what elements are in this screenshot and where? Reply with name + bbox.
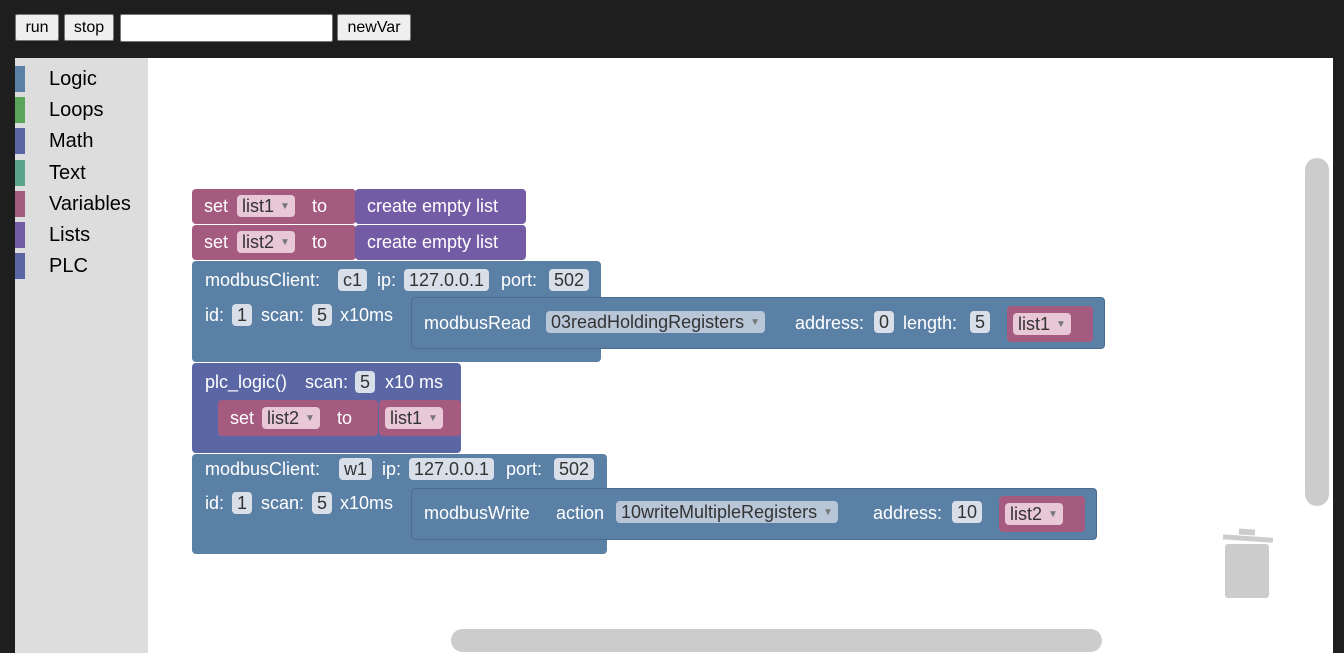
variable-dropdown[interactable]: list2 ▼ bbox=[237, 231, 295, 253]
modbus-write-block[interactable]: modbusWrite action 10writeMultipleRegist… bbox=[411, 488, 1097, 540]
length-field[interactable]: 5 bbox=[970, 311, 991, 333]
category-color-swatch bbox=[15, 253, 25, 279]
length-label: length: bbox=[903, 313, 958, 333]
category-math[interactable]: Math bbox=[15, 128, 148, 154]
category-text[interactable]: Text bbox=[15, 160, 148, 186]
ip-field[interactable]: 127.0.0.1 bbox=[409, 458, 495, 480]
variable-dropdown[interactable]: list2 ▼ bbox=[1005, 503, 1063, 525]
modbus-client-label: modbusClient: bbox=[205, 459, 321, 479]
id-label: id: bbox=[205, 493, 225, 513]
port-label: port: bbox=[501, 270, 538, 290]
modbus-write-label: modbusWrite bbox=[424, 503, 530, 523]
scan-field[interactable]: 5 bbox=[312, 304, 333, 326]
modbus-read-label: modbusRead bbox=[424, 313, 532, 333]
scan-unit-label: x10ms bbox=[340, 305, 394, 325]
address-label: address: bbox=[873, 503, 943, 523]
category-logic[interactable]: Logic bbox=[15, 66, 148, 92]
create-empty-list-block[interactable]: create empty list bbox=[355, 225, 526, 260]
write-function-dropdown[interactable]: 10writeMultipleRegisters ▼ bbox=[616, 501, 838, 523]
read-function-dropdown[interactable]: 03readHoldingRegisters ▼ bbox=[546, 311, 766, 333]
category-color-swatch bbox=[15, 222, 25, 248]
variable-get-block[interactable]: list1 ▼ bbox=[379, 400, 461, 436]
stop-button[interactable]: stop bbox=[64, 14, 114, 41]
variable-dropdown[interactable]: list1 ▼ bbox=[237, 195, 295, 217]
category-lists[interactable]: Lists bbox=[15, 222, 148, 248]
set-list1-block[interactable]: set list1 ▼ to bbox=[192, 189, 356, 224]
variable-dropdown[interactable]: list2 ▼ bbox=[262, 407, 320, 429]
address-field[interactable]: 0 bbox=[874, 311, 895, 333]
scan-label: scan: bbox=[261, 493, 305, 513]
category-label: Math bbox=[49, 130, 94, 152]
port-label: port: bbox=[506, 459, 543, 479]
port-field[interactable]: 502 bbox=[554, 458, 595, 480]
toolbox: Logic Loops Math Text Variables Lists PL… bbox=[15, 58, 148, 653]
category-color-swatch bbox=[15, 66, 25, 92]
to-keyword: to bbox=[337, 408, 353, 428]
address-label: address: bbox=[795, 313, 865, 333]
port-field[interactable]: 502 bbox=[549, 269, 590, 291]
variable-get-block[interactable]: list1 ▼ bbox=[1007, 306, 1093, 342]
blockly-workspace[interactable]: Logic Loops Math Text Variables Lists PL… bbox=[15, 58, 1333, 653]
ip-label: ip: bbox=[377, 270, 397, 290]
modbus-read-block[interactable]: modbusRead 03readHoldingRegisters ▼ addre… bbox=[411, 297, 1105, 349]
modbus-client-label: modbusClient: bbox=[205, 270, 321, 290]
horizontal-scrollbar[interactable] bbox=[451, 629, 1102, 652]
category-label: Variables bbox=[49, 193, 131, 215]
set-keyword: set bbox=[230, 408, 255, 428]
variable-get-block[interactable]: list2 ▼ bbox=[999, 496, 1085, 532]
id-field[interactable]: 1 bbox=[232, 492, 253, 514]
plc-logic-block[interactable]: plc_logic() scan: 5 x10 ms set list2 ▼ to… bbox=[192, 363, 461, 453]
trash-icon[interactable] bbox=[1219, 528, 1275, 600]
scan-unit-label: x10ms bbox=[340, 493, 394, 513]
ip-field[interactable]: 127.0.0.1 bbox=[404, 269, 490, 291]
scan-unit-label: x10 ms bbox=[385, 372, 444, 392]
set-keyword: set bbox=[204, 196, 229, 216]
action-label: action bbox=[556, 503, 605, 523]
set-keyword: set bbox=[204, 232, 229, 252]
create-empty-list-block[interactable]: create empty list bbox=[355, 189, 526, 224]
scan-label: scan: bbox=[261, 305, 305, 325]
category-color-swatch bbox=[15, 128, 25, 154]
newvar-button[interactable]: newVar bbox=[337, 14, 411, 41]
category-label: Lists bbox=[49, 224, 91, 246]
client-name-field[interactable]: c1 bbox=[338, 269, 368, 291]
scan-field[interactable]: 5 bbox=[355, 371, 376, 393]
scan-field[interactable]: 5 bbox=[312, 492, 333, 514]
id-field[interactable]: 1 bbox=[232, 304, 253, 326]
set-list2-block[interactable]: set list2 ▼ to bbox=[192, 225, 356, 260]
category-label: PLC bbox=[49, 255, 88, 277]
plc-logic-label: plc_logic() bbox=[205, 372, 288, 392]
category-label: Loops bbox=[49, 99, 104, 121]
scan-label: scan: bbox=[305, 372, 349, 392]
variable-dropdown[interactable]: list1 ▼ bbox=[385, 407, 443, 429]
category-variables[interactable]: Variables bbox=[15, 191, 148, 217]
client-name-field[interactable]: w1 bbox=[339, 458, 373, 480]
ip-label: ip: bbox=[382, 459, 402, 479]
id-label: id: bbox=[205, 305, 225, 325]
category-color-swatch bbox=[15, 191, 25, 217]
to-keyword: to bbox=[312, 196, 328, 216]
create-empty-list-label: create empty list bbox=[367, 232, 499, 252]
category-plc[interactable]: PLC bbox=[15, 253, 148, 279]
run-button[interactable]: run bbox=[15, 14, 59, 41]
vertical-scrollbar[interactable] bbox=[1305, 158, 1329, 506]
category-label: Logic bbox=[49, 68, 97, 90]
to-keyword: to bbox=[312, 232, 328, 252]
variable-name-input[interactable] bbox=[120, 14, 333, 42]
create-empty-list-label: create empty list bbox=[367, 196, 499, 216]
variable-dropdown[interactable]: list1 ▼ bbox=[1013, 313, 1071, 335]
address-field[interactable]: 10 bbox=[952, 501, 983, 523]
category-color-swatch bbox=[15, 160, 25, 186]
set-list2-inner-block[interactable]: set list2 ▼ to bbox=[218, 400, 378, 436]
category-label: Text bbox=[49, 162, 86, 184]
top-toolbar: run stop newVar bbox=[0, 0, 1344, 58]
category-loops[interactable]: Loops bbox=[15, 97, 148, 123]
category-color-swatch bbox=[15, 97, 25, 123]
